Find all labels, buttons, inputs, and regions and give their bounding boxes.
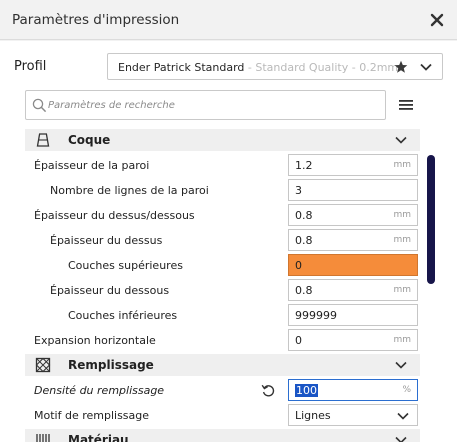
field-value: 0 — [295, 334, 302, 347]
field-value: 0 — [295, 259, 302, 272]
setting-label: Couches inférieures — [68, 309, 178, 322]
field-value: 0.8 — [295, 284, 313, 297]
setting-row-infill-density: Densité du remplissage 100 % — [25, 378, 420, 403]
setting-row-wall-line-count: Nombre de lignes de la paroi 3 — [25, 178, 420, 203]
window-title: Paramètres d'impression — [12, 12, 180, 28]
field-unit: mm — [393, 160, 411, 170]
selected-text: 100 — [295, 384, 318, 397]
bottom-thickness-field[interactable]: 0.8 mm — [288, 279, 418, 301]
category-material-header[interactable]: Matériau — [25, 429, 420, 442]
setting-label: Densité du remplissage — [34, 384, 165, 397]
search-box — [25, 90, 386, 120]
setting-row-horizontal-expansion: Expansion horizontale 0 mm — [25, 328, 420, 353]
scrollbar-thumb[interactable] — [427, 155, 435, 284]
chevron-down-icon — [395, 361, 407, 369]
setting-label: Épaisseur du dessous — [50, 284, 170, 297]
setting-row-top-bottom-thickness: Épaisseur du dessus/dessous 0.8 mm — [25, 203, 420, 228]
horizontal-expansion-field[interactable]: 0 mm — [288, 329, 418, 351]
setting-label: Couches supérieures — [68, 259, 183, 272]
bottom-layers-field[interactable]: 999999 — [288, 304, 418, 326]
category-shell-label: Coque — [68, 133, 111, 147]
setting-row-wall-thickness: Épaisseur de la paroi 1.2 mm — [25, 153, 420, 178]
field-unit: % — [402, 385, 411, 395]
setting-label: Épaisseur de la paroi — [34, 159, 150, 172]
infill-pattern-dropdown[interactable]: Lignes — [288, 404, 418, 426]
setting-row-top-thickness: Épaisseur du dessus 0.8 mm — [25, 228, 420, 253]
setting-label: Épaisseur du dessus/dessous — [34, 209, 195, 222]
setting-row-bottom-layers: Couches inférieures 999999 — [25, 303, 420, 328]
field-unit: mm — [393, 235, 411, 245]
hamburger-menu-icon[interactable] — [399, 99, 413, 111]
profile-name: Ender Patrick Standard - Standard Qualit… — [118, 61, 398, 74]
category-shell-header[interactable]: Coque — [25, 129, 420, 151]
setting-label: Expansion horizontale — [34, 334, 156, 347]
chevron-down-icon — [395, 136, 407, 144]
field-value: 999999 — [295, 309, 337, 322]
setting-label: Nombre de lignes de la paroi — [50, 184, 209, 197]
material-icon — [36, 434, 50, 442]
setting-row-infill-pattern: Motif de remplissage Lignes — [25, 403, 420, 428]
top-layers-field[interactable]: 0 — [288, 254, 418, 276]
search-icon — [32, 98, 47, 113]
field-unit: mm — [393, 335, 411, 345]
star-icon[interactable] — [394, 60, 408, 74]
field-value: 0.8 — [295, 209, 313, 222]
dropdown-value: Lignes — [295, 409, 331, 422]
shell-icon — [36, 133, 50, 147]
title-bar: Paramètres d'impression — [0, 0, 457, 40]
top-thickness-field[interactable]: 0.8 mm — [288, 229, 418, 251]
field-unit: mm — [393, 210, 411, 220]
field-unit: mm — [393, 285, 411, 295]
search-input[interactable] — [48, 97, 368, 113]
reset-icon[interactable] — [261, 383, 276, 398]
chevron-down-icon — [397, 412, 409, 420]
profile-name-text: Ender Patrick Standard — [118, 61, 245, 74]
setting-label: Épaisseur du dessus — [50, 234, 163, 247]
infill-density-field[interactable]: 100 % — [288, 379, 418, 401]
field-value: 1.2 — [295, 159, 313, 172]
close-icon[interactable] — [428, 11, 446, 29]
settings-list: Coque Épaisseur de la paroi 1.2 mm Nombr… — [25, 129, 420, 442]
profile-select[interactable]: Ender Patrick Standard - Standard Qualit… — [107, 53, 443, 80]
wall-line-count-field[interactable]: 3 — [288, 179, 418, 201]
chevron-down-icon — [395, 436, 407, 442]
top-bottom-thickness-field[interactable]: 0.8 mm — [288, 204, 418, 226]
category-material-label: Matériau — [68, 433, 129, 442]
field-value: 100 — [295, 384, 318, 397]
setting-row-bottom-thickness: Épaisseur du dessous 0.8 mm — [25, 278, 420, 303]
wall-thickness-field[interactable]: 1.2 mm — [288, 154, 418, 176]
settings-panel: Profil Ender Patrick Standard - Standard… — [0, 41, 457, 442]
chevron-down-icon[interactable] — [420, 62, 432, 72]
category-infill-label: Remplissage — [68, 358, 154, 372]
category-infill-header[interactable]: Remplissage — [25, 354, 420, 376]
setting-label: Motif de remplissage — [34, 409, 150, 422]
infill-icon — [35, 357, 51, 373]
profile-quality: - Standard Quality - 0.2mm — [247, 61, 399, 74]
field-value: 3 — [295, 184, 302, 197]
field-value: 0.8 — [295, 234, 313, 247]
setting-row-top-layers: Couches supérieures 0 — [25, 253, 420, 278]
profile-label: Profil — [14, 59, 47, 74]
